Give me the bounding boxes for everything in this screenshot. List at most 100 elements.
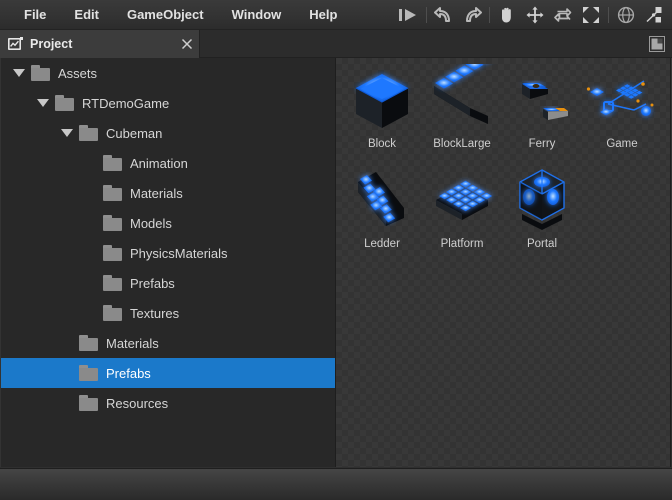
- asset-grid: Block BlockLarge Ferry Game Ledder Platform Po…: [336, 58, 670, 262]
- folder-icon: [79, 125, 99, 141]
- asset-grid-item[interactable]: Platform: [422, 162, 502, 262]
- toolbar-separator: [489, 7, 490, 23]
- tree-row[interactable]: Prefabs: [1, 358, 335, 388]
- tree-row-label: Animation: [130, 155, 188, 171]
- tree-row[interactable]: Textures: [1, 298, 335, 328]
- tree-row[interactable]: Models: [1, 208, 335, 238]
- disclosure-triangle-open-icon[interactable]: [11, 65, 27, 81]
- asset-grid-item[interactable]: Block: [342, 62, 422, 162]
- project-panel-icon: [8, 37, 23, 51]
- scale-tool-button[interactable]: [577, 1, 605, 29]
- tree-row[interactable]: Resources: [1, 388, 335, 418]
- tree-row-label: RTDemoGame: [82, 95, 170, 111]
- asset-item-label: Ledder: [364, 238, 400, 250]
- menu-item-file[interactable]: File: [10, 1, 60, 29]
- folder-tree-pane[interactable]: Assets RTDemoGame Cubeman Animation Material…: [0, 58, 336, 467]
- asset-grid-item[interactable]: Portal: [502, 162, 582, 262]
- tree-row-label: Prefabs: [130, 275, 175, 291]
- menu-item-help[interactable]: Help: [295, 1, 351, 29]
- project-panel-body: Assets RTDemoGame Cubeman Animation Material…: [0, 58, 672, 467]
- move-tool-button[interactable]: [521, 1, 549, 29]
- folder-icon: [55, 95, 75, 111]
- hand-tool-button[interactable]: [493, 1, 521, 29]
- asset-item-label: Platform: [440, 238, 484, 250]
- toolbar-separator: [608, 7, 609, 23]
- asset-grid-item[interactable]: Game: [582, 62, 662, 162]
- tree-row[interactable]: Animation: [1, 148, 335, 178]
- folder-icon: [103, 275, 123, 291]
- folder-icon: [31, 65, 51, 81]
- ledder-thumb: [346, 164, 418, 236]
- close-icon[interactable]: [175, 30, 199, 58]
- tree-row[interactable]: Cubeman: [1, 118, 335, 148]
- asset-grid-item[interactable]: Ferry: [502, 62, 582, 162]
- undo-button[interactable]: [430, 1, 458, 29]
- tab-project[interactable]: Project: [0, 30, 200, 58]
- tab-project-label: Project: [30, 37, 73, 51]
- ferry-thumb: [506, 64, 578, 136]
- hand-icon: [502, 7, 511, 23]
- tree-row[interactable]: RTDemoGame: [1, 88, 335, 118]
- tree-row-label: Materials: [130, 185, 183, 201]
- block-cube-thumb: [346, 64, 418, 136]
- tree-row-label: Textures: [130, 305, 180, 321]
- panel-layout-icon[interactable]: [648, 35, 666, 53]
- tree-row-label: Assets: [58, 65, 98, 81]
- asset-item-label: Game: [606, 138, 638, 150]
- menu-item-list: File Edit GameObject Window Help: [0, 1, 351, 29]
- portal-thumb: [506, 164, 578, 236]
- game-scene-thumb: [586, 64, 658, 136]
- globe-button[interactable]: [612, 1, 640, 29]
- folder-icon: [79, 335, 99, 351]
- folder-icon: [103, 215, 123, 231]
- asset-grid-pane[interactable]: Block BlockLarge Ferry Game Ledder Platform Po…: [336, 58, 671, 467]
- tree-row[interactable]: Prefabs: [1, 268, 335, 298]
- tree-row[interactable]: Materials: [1, 328, 335, 358]
- tree-row-label: Materials: [106, 335, 159, 351]
- rotate-tool-button[interactable]: [549, 1, 577, 29]
- panel-tab-bar: Project: [0, 30, 672, 58]
- asset-grid-item[interactable]: BlockLarge: [422, 62, 502, 162]
- tree-row-label: Models: [130, 215, 172, 231]
- editor-toolbar: [395, 0, 668, 30]
- asset-item-label: Block: [367, 138, 397, 150]
- move-arrows-icon: [526, 6, 544, 24]
- toolbar-separator: [426, 7, 427, 23]
- connect-button[interactable]: [640, 1, 668, 29]
- unity-editor-window: File Edit GameObject Window Help Project…: [0, 0, 672, 500]
- tree-row-label: Resources: [106, 395, 169, 411]
- tree-row-label: PhysicsMaterials: [130, 245, 228, 261]
- disclosure-triangle-open-icon[interactable]: [35, 95, 51, 111]
- platform-thumb: [426, 164, 498, 236]
- tree-row[interactable]: Materials: [1, 178, 335, 208]
- play-step-button[interactable]: [395, 1, 423, 29]
- asset-grid-item[interactable]: Ledder: [342, 162, 422, 262]
- menu-item-edit[interactable]: Edit: [60, 1, 113, 29]
- tree-row[interactable]: PhysicsMaterials: [1, 238, 335, 268]
- play-step-icon: [399, 9, 416, 21]
- expand-arrows-icon: [583, 7, 599, 23]
- redo-icon: [466, 7, 482, 22]
- menu-bar: File Edit GameObject Window Help: [0, 0, 672, 30]
- folder-icon: [103, 155, 123, 171]
- folder-tree: Assets RTDemoGame Cubeman Animation Material…: [1, 58, 335, 418]
- globe-icon: [617, 6, 635, 24]
- folder-icon: [103, 185, 123, 201]
- status-bar: [0, 468, 672, 500]
- menu-item-gameobject[interactable]: GameObject: [113, 1, 218, 29]
- redo-button[interactable]: [458, 1, 486, 29]
- disclosure-triangle-open-icon[interactable]: [59, 125, 75, 141]
- block-large-thumb: [426, 64, 498, 136]
- menu-item-window[interactable]: Window: [218, 1, 296, 29]
- folder-icon: [79, 365, 99, 381]
- tree-row-label: Prefabs: [106, 365, 151, 381]
- folder-icon: [103, 305, 123, 321]
- tree-row[interactable]: Assets: [1, 58, 335, 88]
- undo-icon: [434, 7, 450, 22]
- tree-row-label: Cubeman: [106, 125, 163, 141]
